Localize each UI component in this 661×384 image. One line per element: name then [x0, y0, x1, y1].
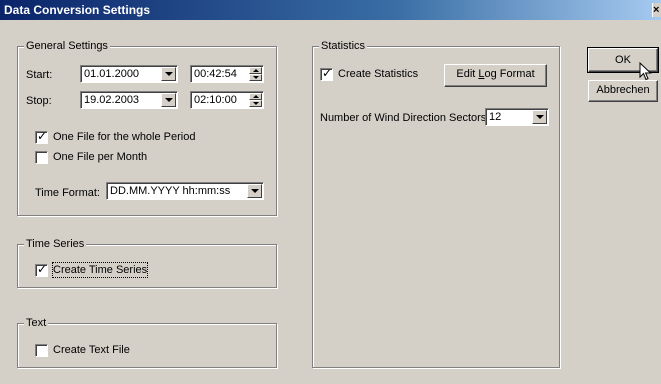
chevron-down-icon[interactable] — [161, 67, 176, 81]
title-bar: Data Conversion Settings × — [0, 0, 661, 20]
statistics-legend: Statistics — [319, 40, 368, 53]
edit-log-format-label: Edit Log Format — [456, 68, 534, 80]
chevron-down-icon[interactable] — [247, 184, 262, 198]
one-file-month-checkbox[interactable] — [35, 151, 48, 164]
time-series-legend: Time Series — [24, 238, 87, 251]
stop-time-spinner[interactable]: 02:10:00 — [190, 91, 264, 109]
wind-sectors-label: Number of Wind Direction Sectors: — [320, 112, 490, 124]
one-file-period-label[interactable]: One File for the whole Period — [53, 130, 195, 144]
create-text-file-checkbox[interactable] — [35, 344, 48, 357]
general-settings-legend: General Settings — [24, 40, 110, 53]
statistics-group: Statistics — [312, 40, 560, 368]
mouse-pointer-icon — [639, 62, 652, 81]
edit-log-suffix: og Format — [484, 68, 535, 80]
spin-up-icon[interactable] — [249, 67, 262, 74]
stop-time-value: 02:10:00 — [194, 94, 237, 106]
create-time-series-checkbox[interactable] — [35, 262, 48, 277]
one-file-period-checkbox[interactable] — [35, 129, 48, 144]
create-time-series-label[interactable]: Create Time Series — [51, 262, 149, 278]
time-format-dropdown[interactable]: DD.MM.YYYY hh:mm:ss — [106, 182, 264, 200]
cancel-button[interactable]: Abbrechen — [588, 80, 658, 102]
start-time-value: 00:42:54 — [194, 68, 237, 80]
edit-log-prefix: Edit — [456, 68, 479, 80]
stop-date-dropdown[interactable]: 19.02.2003 — [80, 91, 178, 109]
stop-label: Stop: — [26, 95, 52, 107]
time-format-label: Time Format: — [35, 187, 100, 199]
one-file-month-label[interactable]: One File per Month — [53, 150, 147, 164]
stop-time-spin-buttons[interactable] — [249, 93, 262, 107]
spin-up-icon[interactable] — [249, 93, 262, 100]
chevron-down-icon[interactable] — [532, 110, 547, 124]
cancel-label: Abbrechen — [596, 84, 650, 96]
wind-sectors-dropdown[interactable]: 12 — [485, 108, 549, 126]
start-label: Start: — [26, 69, 53, 81]
text-legend: Text — [24, 317, 49, 330]
spin-down-icon[interactable] — [249, 100, 262, 107]
start-date-dropdown[interactable]: 01.01.2000 — [80, 65, 178, 83]
create-text-file-label[interactable]: Create Text File — [53, 343, 130, 357]
window-title: Data Conversion Settings — [4, 3, 151, 17]
spin-down-icon[interactable] — [249, 74, 262, 81]
ok-label: OK — [615, 54, 631, 66]
chevron-down-icon[interactable] — [161, 93, 176, 107]
close-icon[interactable]: × — [652, 3, 661, 17]
wind-sectors-value: 12 — [489, 111, 502, 123]
time-format-value: DD.MM.YYYY hh:mm:ss — [110, 185, 231, 197]
start-time-spinner[interactable]: 00:42:54 — [190, 65, 264, 83]
edit-log-format-button[interactable]: Edit Log Format — [444, 64, 547, 87]
start-date-value: 01.01.2000 — [84, 68, 140, 80]
create-statistics-checkbox[interactable] — [320, 66, 333, 81]
stop-date-value: 19.02.2003 — [84, 94, 140, 106]
create-statistics-label[interactable]: Create Statistics — [338, 67, 418, 81]
start-time-spin-buttons[interactable] — [249, 67, 262, 81]
